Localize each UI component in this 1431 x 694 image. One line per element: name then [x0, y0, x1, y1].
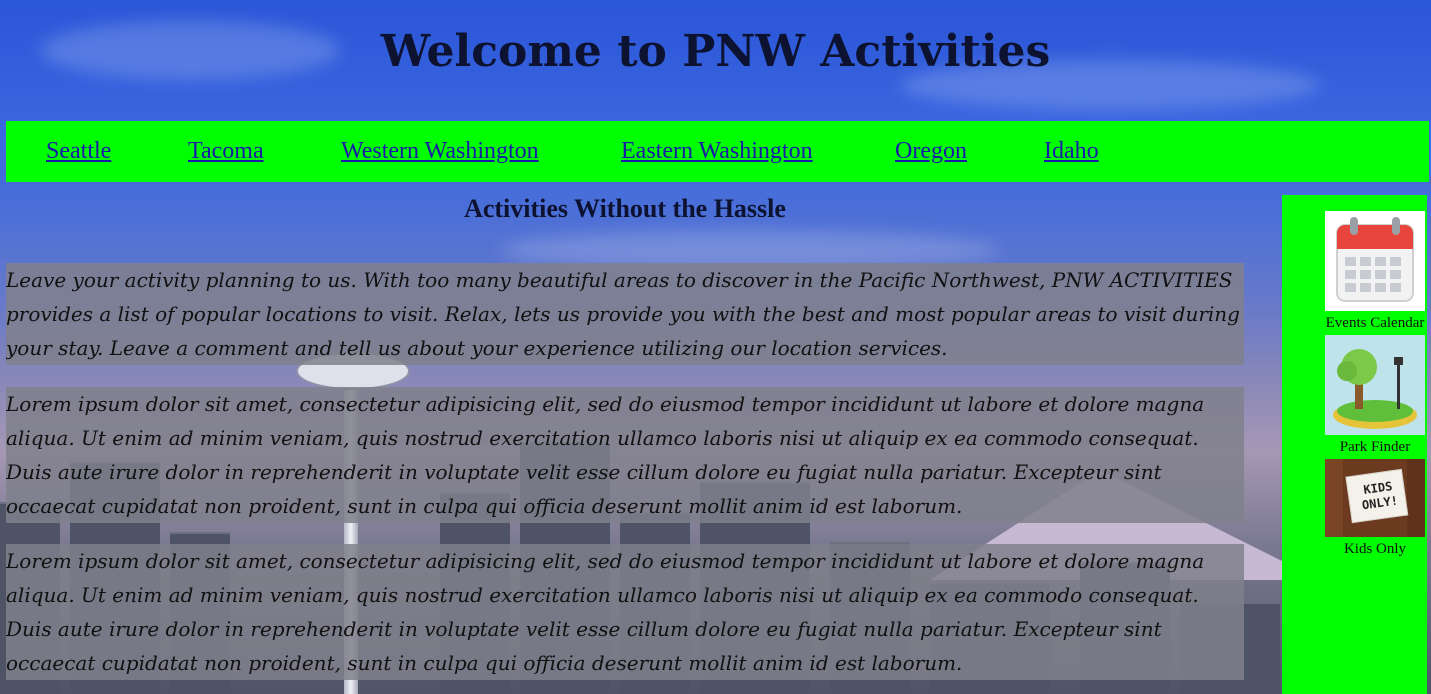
sidebar: Events Calendar Park Finder KIDS ONLY! K…: [1282, 195, 1427, 694]
nav-link-seattle[interactable]: Seattle: [46, 138, 111, 165]
page-title: Welcome to PNW Activities: [380, 26, 1051, 77]
main-nav: Seattle Tacoma Western Washington Easter…: [6, 121, 1429, 182]
calendar-icon[interactable]: [1325, 211, 1425, 311]
intro-paragraph: Leave your activity planning to us. With…: [6, 263, 1244, 365]
sidebar-item-events-calendar[interactable]: Events Calendar: [1320, 211, 1430, 332]
section-subtitle: Activities Without the Hassle: [464, 194, 786, 223]
sidebar-item-label: Park Finder: [1339, 439, 1411, 455]
park-icon[interactable]: [1325, 335, 1425, 435]
sidebar-item-park-finder[interactable]: Park Finder: [1320, 335, 1430, 456]
lorem-paragraph-1: Lorem ipsum dolor sit amet, consectetur …: [6, 387, 1244, 523]
sidebar-item-label: Kids Only: [1343, 541, 1407, 557]
nav-link-oregon[interactable]: Oregon: [895, 138, 967, 165]
nav-link-tacoma[interactable]: Tacoma: [188, 138, 264, 165]
nav-link-eastern-washington[interactable]: Eastern Washington: [621, 138, 813, 165]
lorem-paragraph-2: Lorem ipsum dolor sit amet, consectetur …: [6, 544, 1244, 680]
nav-link-idaho[interactable]: Idaho: [1044, 138, 1099, 165]
kids-only-sign-icon[interactable]: KIDS ONLY!: [1325, 459, 1425, 537]
sidebar-item-label: Events Calendar: [1325, 315, 1425, 331]
nav-link-western-washington[interactable]: Western Washington: [341, 138, 539, 165]
sidebar-item-kids-only[interactable]: KIDS ONLY! Kids Only: [1320, 459, 1430, 558]
